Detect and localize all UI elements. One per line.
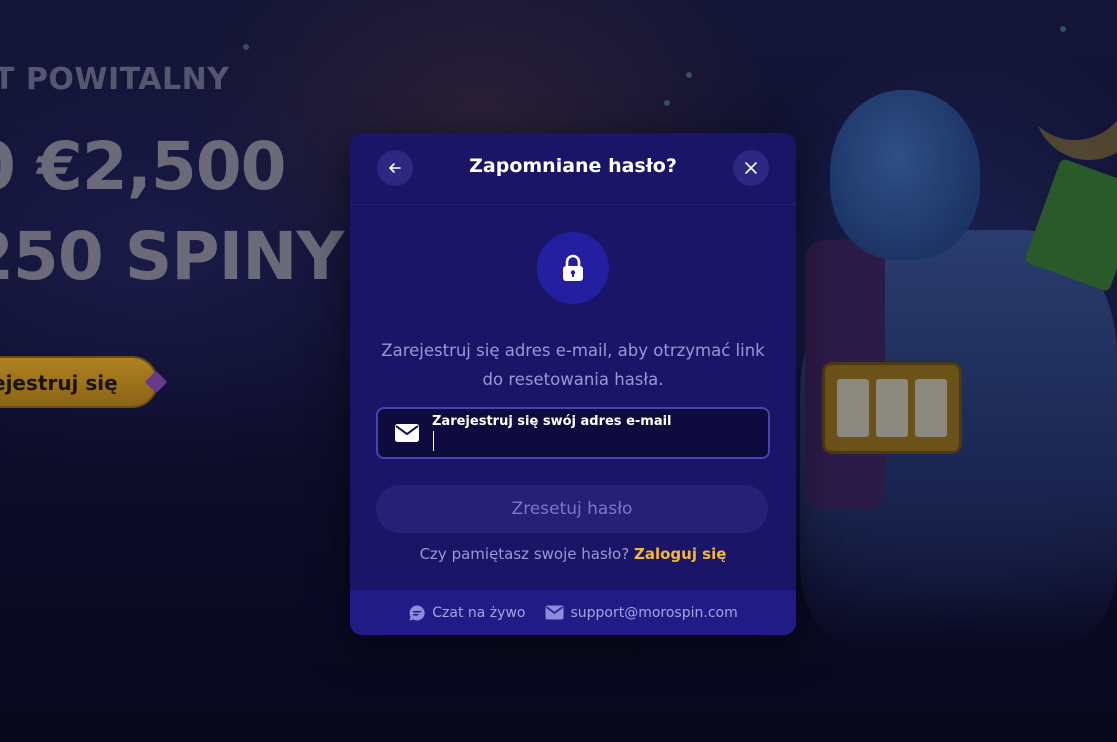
close-button[interactable] — [733, 150, 769, 186]
login-prompt-text: Czy pamiętasz swoje hasło? — [419, 545, 630, 563]
page-background: T POWITALNY 0 €2,500 250 SPINY ejestruj … — [0, 0, 1117, 742]
slot-machine-illustration — [822, 362, 962, 454]
slot-reel — [837, 379, 869, 437]
modal-description: Zarejestruj się adres e-mail, aby otrzym… — [381, 341, 765, 389]
live-chat-link[interactable]: Czat na żywo — [408, 604, 525, 622]
support-email-label: support@morospin.com — [570, 604, 738, 621]
hero-subheadline: 250 SPINY — [0, 218, 344, 295]
email-field[interactable]: Zarejestruj się swój adres e-mail — [376, 407, 770, 459]
register-button[interactable]: ejestruj się — [0, 356, 158, 408]
close-icon — [745, 162, 757, 174]
modal-header: Zapomniane hasło? — [350, 133, 796, 205]
genie-head — [830, 90, 980, 260]
envelope-icon — [545, 605, 564, 620]
modal-title: Zapomniane hasło? — [469, 155, 677, 177]
forgot-password-modal: Zapomniane hasło? Zarejestruj się adres … — [350, 133, 796, 635]
email-field-label: Zarejestruj się swój adres e-mail — [432, 414, 672, 429]
modal-footer: Czat na żywo support@morospin.com — [350, 590, 796, 635]
slot-reel — [915, 379, 947, 437]
login-link[interactable]: Zaloguj się — [634, 545, 726, 563]
slot-reel — [876, 379, 908, 437]
email-input[interactable] — [432, 431, 752, 453]
moon-decoration — [1020, 30, 1117, 140]
star-decoration — [664, 100, 670, 106]
hero-eyebrow: T POWITALNY — [0, 62, 230, 97]
reset-password-button[interactable]: Zresetuj hasło — [376, 485, 768, 533]
hero-headline: 0 €2,500 — [0, 128, 287, 205]
login-prompt: Czy pamiętasz swoje hasło? Zaloguj się — [350, 545, 796, 563]
support-email-link[interactable]: support@morospin.com — [545, 604, 738, 621]
envelope-icon — [395, 424, 419, 442]
lock-badge — [537, 232, 609, 304]
register-button-label: ejestruj się — [0, 371, 118, 395]
text-caret — [433, 431, 434, 451]
star-decoration — [243, 44, 249, 50]
chat-bubble-icon — [409, 604, 425, 620]
live-chat-label: Czat na żywo — [432, 604, 526, 621]
lock-icon — [563, 254, 583, 281]
star-decoration — [686, 72, 692, 78]
star-decoration — [1060, 26, 1066, 32]
